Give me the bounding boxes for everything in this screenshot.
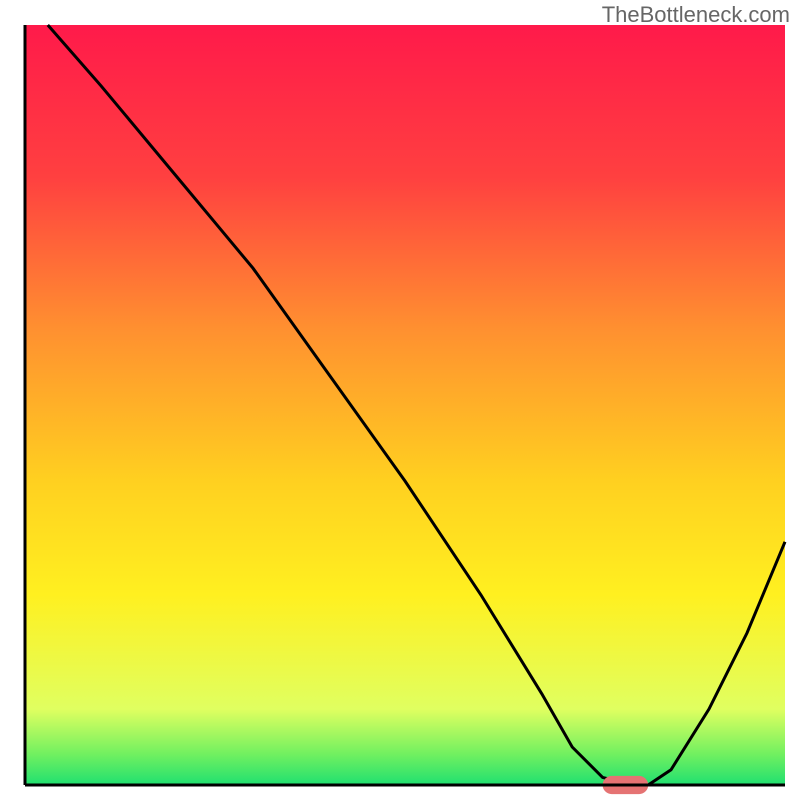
watermark-label: TheBottleneck.com: [602, 2, 790, 28]
bottleneck-chart: [0, 0, 800, 800]
chart-background: [25, 25, 785, 785]
